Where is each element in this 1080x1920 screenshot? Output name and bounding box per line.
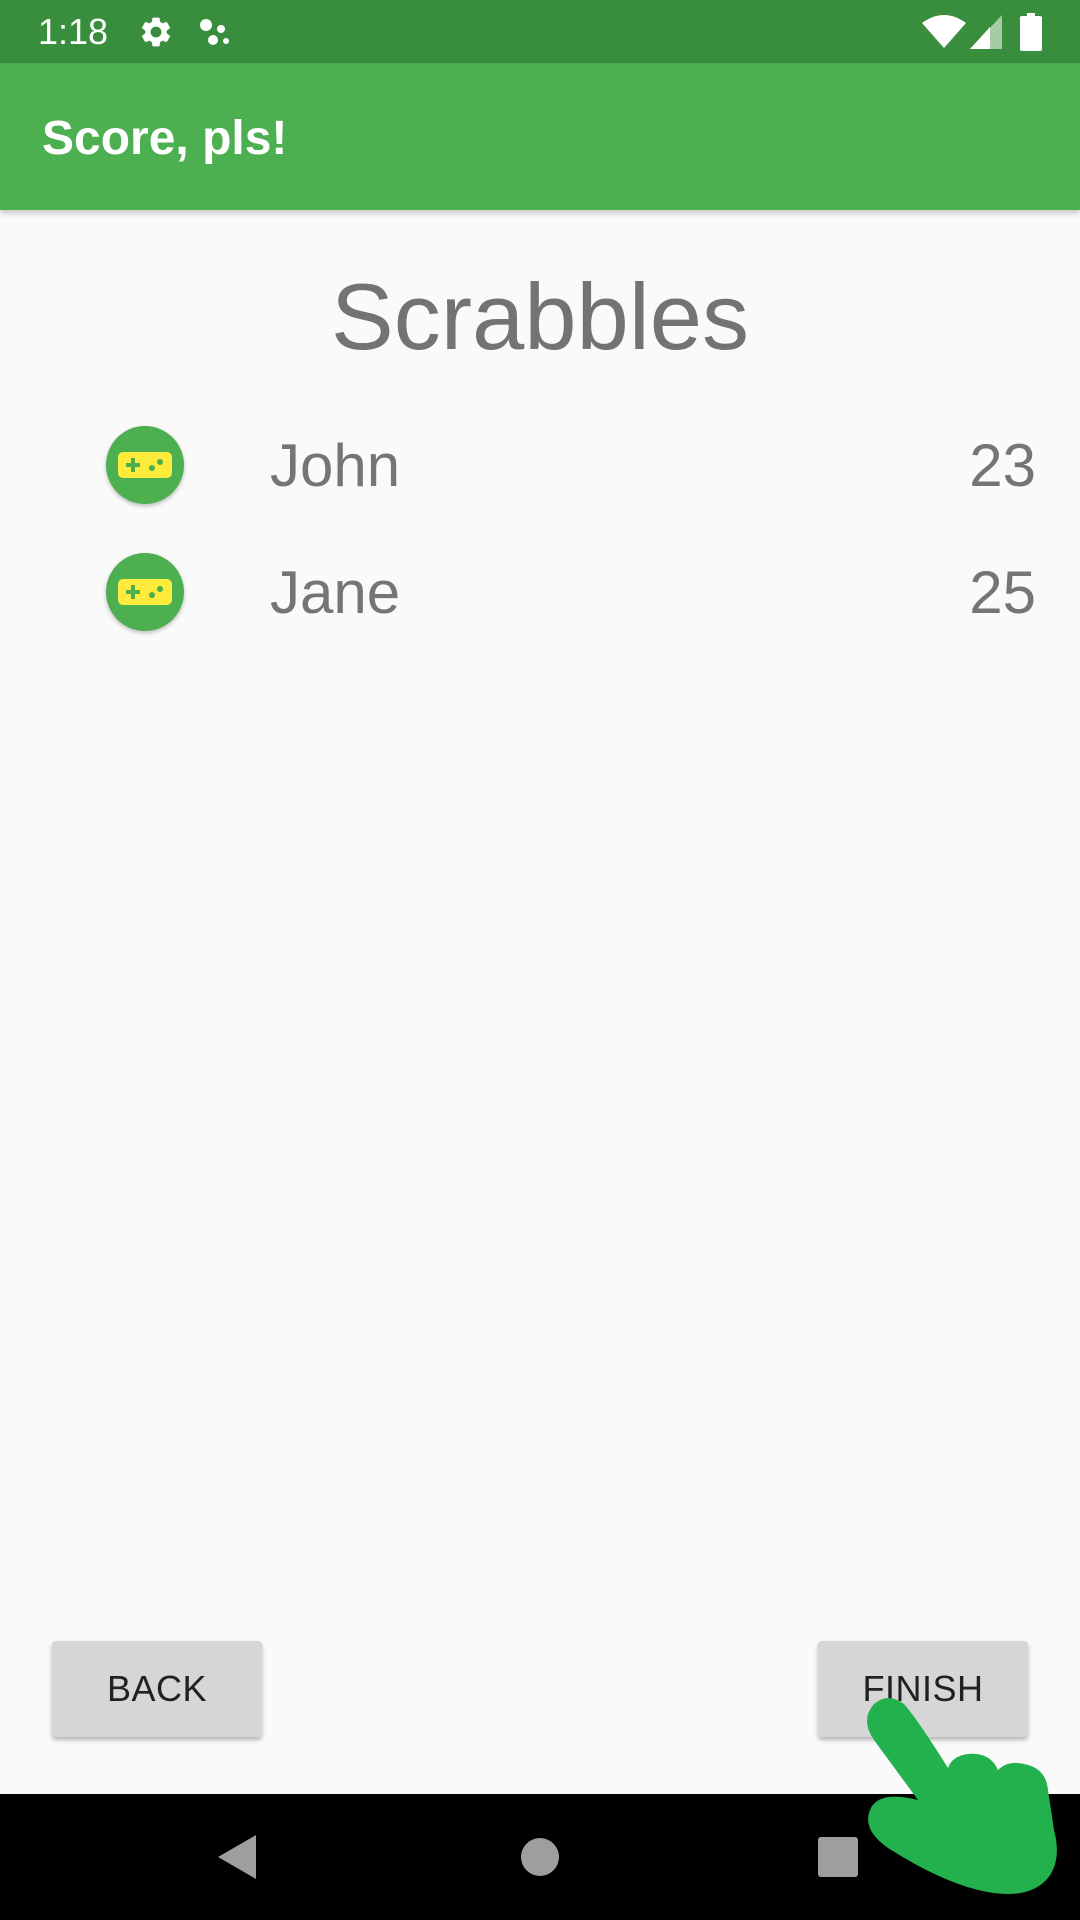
- player-name: John: [270, 432, 401, 499]
- gamepad-icon: [118, 452, 172, 478]
- player-score: 25: [969, 559, 1036, 626]
- cell-signal-icon: [970, 0, 1002, 63]
- back-button[interactable]: BACK: [52, 1641, 262, 1737]
- status-bar: 1:18: [0, 0, 1080, 63]
- gamepad-icon: [118, 579, 172, 605]
- wifi-icon: [922, 0, 966, 63]
- home-circle-icon[interactable]: [519, 1794, 561, 1920]
- player-avatar: [106, 426, 184, 504]
- player-score: 23: [969, 432, 1036, 499]
- player-row-john: John 23: [0, 406, 1080, 526]
- player-row-jane: Jane 25: [0, 533, 1080, 653]
- player-avatar: [106, 553, 184, 631]
- gear-icon: [138, 0, 174, 63]
- back-triangle-icon[interactable]: [216, 1794, 260, 1920]
- app-title: Score, pls!: [42, 112, 288, 165]
- player-name: Jane: [270, 559, 401, 626]
- battery-icon: [1020, 0, 1042, 63]
- status-time: 1:18: [38, 11, 109, 52]
- app-bar: Score, pls!: [0, 63, 1080, 210]
- game-title: Scrabbles: [331, 264, 749, 369]
- touch-hand-icon: [848, 1690, 1068, 1920]
- assistant-dots-icon: [196, 0, 232, 63]
- screen: 1:18 Score, pls! Scrabbles John 23 Jane …: [0, 0, 1080, 1920]
